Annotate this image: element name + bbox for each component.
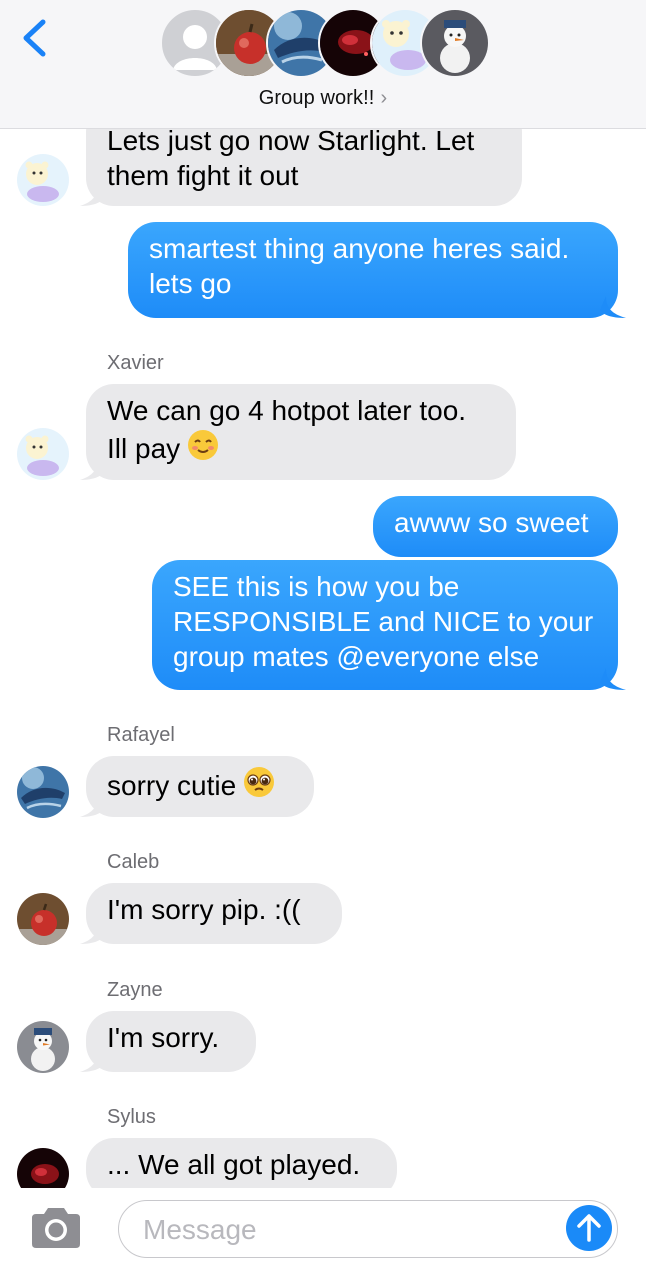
message-line: ... We all got played. [107,1149,361,1180]
group-name: Group work!! [258,87,375,109]
arrow-up-icon [577,1214,601,1242]
message-placeholder: Message [143,1214,257,1245]
message-line: SEE this is how you be [173,571,460,602]
camera-icon[interactable] [28,1206,84,1250]
message-bubble-incoming[interactable]: I'm sorry. [86,1011,256,1072]
smiling-face-icon [188,430,219,460]
whale-avatar[interactable] [17,766,69,818]
conversation-header: Group work!! › [0,0,646,129]
pleading-face-icon [244,767,275,797]
bubble-tail [80,795,104,817]
sender-name: Caleb [107,851,160,873]
message-input[interactable]: Message [118,1200,618,1258]
sender-name: Rafayel [107,724,175,746]
bubble-tail [80,922,104,944]
message-line: lets go [149,268,232,299]
sender-name: Sylus [107,1106,156,1128]
message-composer: Message [0,1188,646,1280]
bubble-tail [600,668,626,690]
polar-bear-avatar[interactable] [17,428,69,480]
message-line: We can go 4 hotpot later too. [107,395,467,426]
message-line-with-emoji: Ill pay [107,428,495,466]
message-line: group mates @everyone else [173,641,540,672]
bubble-tail [80,1050,104,1072]
sender-name: Xavier [107,352,164,374]
apple-avatar[interactable] [17,893,69,945]
sender-name: Zayne [107,979,163,1001]
message-bubble-outgoing[interactable]: awww so sweet [373,496,618,557]
message-bubble-incoming[interactable]: We can go 4 hotpot later too. Ill pay [86,384,516,480]
message-line: awww so sweet [394,507,589,538]
bubble-tail [80,184,104,206]
message-bubble-incoming[interactable]: sorry cutie [86,756,314,817]
chevron-left-icon[interactable] [14,16,54,60]
snowman-avatar[interactable] [17,1021,69,1073]
message-line: smartest thing anyone heres said. [149,233,570,264]
message-bubble-outgoing[interactable]: smartest thing anyone heres said. lets g… [128,222,618,318]
message-line: I'm sorry. [107,1022,220,1053]
chevron-right-icon: › [380,87,388,109]
snowman-avatar [420,8,490,78]
group-avatars[interactable] [160,8,490,80]
send-button[interactable] [566,1205,612,1251]
message-bubble-incoming[interactable]: I'm sorry pip. :(( [86,883,342,944]
group-title[interactable]: Group work!! › [0,87,646,110]
polar-bear-avatar[interactable] [17,154,69,206]
message-line: Ill pay [107,433,181,464]
message-line: RESPONSIBLE and NICE to your [173,606,594,637]
bubble-tail [600,296,626,318]
bubble-tail [80,458,104,480]
message-line: I'm sorry pip. :(( [107,894,301,925]
message-bubble-outgoing[interactable]: SEE this is how you be RESPONSIBLE and N… [152,560,618,690]
message-line: them fight it out [107,160,299,191]
message-line: sorry cutie [107,770,237,801]
